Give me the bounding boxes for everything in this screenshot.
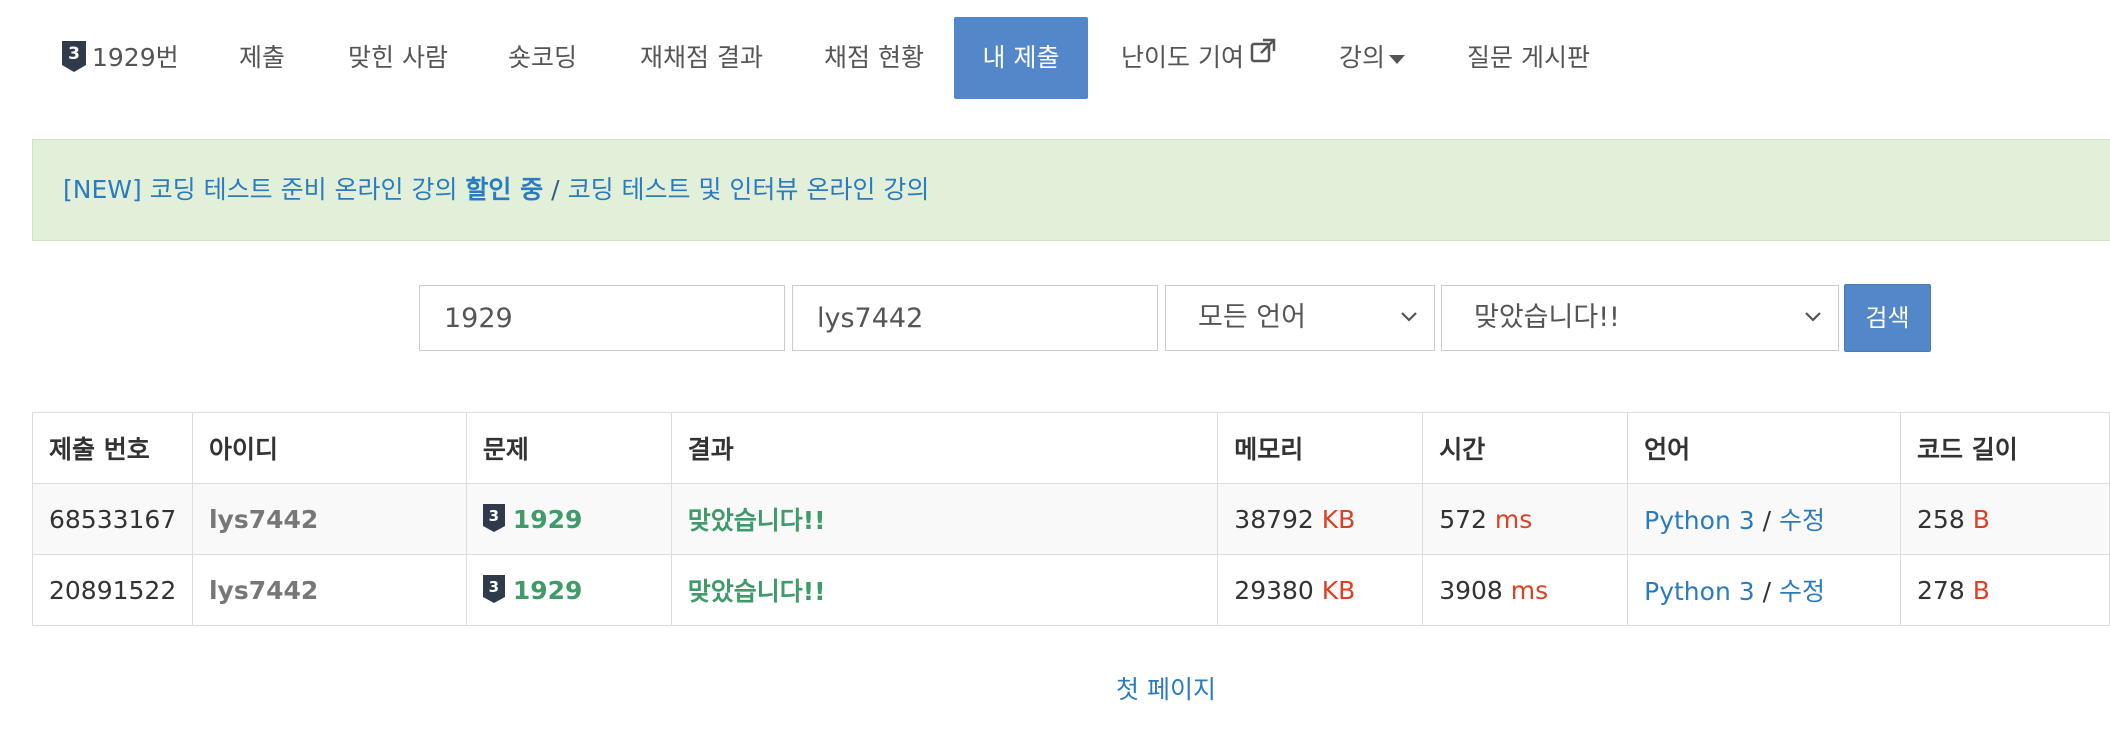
edit-link[interactable]: 수정: [1779, 577, 1825, 606]
user-id-input[interactable]: [792, 285, 1158, 351]
result-select[interactable]: 맞았습니다!!: [1441, 285, 1839, 351]
language-cell: Python 3 / 수정: [1627, 554, 1902, 626]
memory-value: 29380: [1234, 575, 1314, 605]
memory-cell: 29380 KB: [1217, 554, 1424, 626]
submissions-table: 제출 번호 아이디 문제 결과 메모리 시간 언어 코드 길이 68533167…: [32, 412, 2110, 626]
tab-lecture-label: 강의: [1339, 43, 1386, 72]
memory-unit: KB: [1321, 504, 1356, 534]
table-header-row: 제출 번호 아이디 문제 결과 메모리 시간 언어 코드 길이: [32, 412, 2110, 484]
user-link[interactable]: lys7442: [209, 505, 318, 534]
problem-link[interactable]: 3 1929: [465, 554, 672, 626]
column-header: 제출 번호: [32, 412, 193, 484]
column-header: 코드 길이: [1900, 412, 2110, 484]
promo-link-strong: 할인 중: [465, 175, 544, 204]
memory-cell: 38792 KB: [1217, 483, 1424, 555]
problem-id-input[interactable]: [419, 285, 785, 351]
column-header: 시간: [1422, 412, 1629, 484]
tab-difficulty[interactable]: 난이도 기여: [1121, 17, 1276, 99]
external-link-icon: [1250, 15, 1276, 97]
tab-submit[interactable]: 제출: [239, 17, 285, 99]
result-text: 맞았습니다!!: [687, 577, 826, 606]
table-row: 20891522 lys7442 3 1929 맞았습니다!! 29380 KB …: [32, 554, 2110, 626]
code-length-unit: B: [1972, 575, 1990, 605]
problem-number: 1929: [512, 575, 583, 605]
column-header: 문제: [465, 412, 672, 484]
promo-link-interview[interactable]: 코딩 테스트 및 인터뷰 온라인 강의: [568, 175, 930, 204]
language-select[interactable]: 모든 언어: [1165, 285, 1435, 351]
tab-status[interactable]: 채점 현황: [824, 17, 924, 99]
tier-badge-icon: 3: [482, 574, 505, 603]
language-link[interactable]: Python 3: [1644, 506, 1755, 535]
first-page-link[interactable]: 첫 페이지: [1116, 670, 1216, 706]
code-length-value: 278: [1917, 575, 1965, 605]
promo-banner: [NEW] 코딩 테스트 준비 온라인 강의 할인 중 / 코딩 테스트 및 인터뷰…: [32, 139, 2110, 241]
tab-solvers[interactable]: 맞힌 사람: [348, 17, 448, 99]
table-row: 68533167 lys7442 3 1929 맞았습니다!! 38792 KB …: [32, 483, 2110, 555]
problem-link[interactable]: 3 1929: [465, 483, 672, 555]
problem-nav: 3 1929번 제출 맞힌 사람 숏코딩 재채점 결과 채점 현황 내 제출 난…: [0, 17, 2110, 99]
time-cell: 3908 ms: [1422, 554, 1629, 626]
language-link[interactable]: Python 3: [1644, 577, 1755, 606]
submission-id: 68533167: [32, 483, 193, 555]
tab-problem-label: 1929번: [92, 43, 179, 72]
time-cell: 572 ms: [1422, 483, 1629, 555]
tier-badge-icon: 3: [482, 503, 505, 532]
tab-board[interactable]: 질문 게시판: [1467, 17, 1590, 99]
column-header: 아이디: [191, 412, 467, 484]
promo-link-text: [NEW] 코딩 테스트 준비 온라인 강의: [63, 175, 458, 204]
promo-separator: /: [551, 175, 560, 204]
tab-my-submissions[interactable]: 내 제출: [954, 17, 1088, 99]
code-length-cell: 278 B: [1900, 554, 2110, 626]
time-value: 572: [1439, 504, 1487, 534]
column-header: 결과: [670, 412, 1219, 484]
time-value: 3908: [1439, 575, 1503, 605]
time-unit: ms: [1510, 575, 1549, 605]
problem-number: 1929: [512, 504, 583, 534]
code-length-unit: B: [1972, 504, 1990, 534]
promo-link-lecture[interactable]: [NEW] 코딩 테스트 준비 온라인 강의 할인 중: [63, 175, 543, 204]
tab-rejudge[interactable]: 재채점 결과: [640, 17, 763, 99]
language-cell: Python 3 / 수정: [1627, 483, 1902, 555]
time-unit: ms: [1494, 504, 1533, 534]
memory-unit: KB: [1321, 575, 1356, 605]
promo-banner-line: [NEW] 코딩 테스트 준비 온라인 강의 할인 중 / 코딩 테스트 및 인터뷰…: [63, 140, 929, 240]
tab-problem[interactable]: 3 1929번: [62, 17, 179, 99]
search-button[interactable]: 검색: [1844, 284, 1931, 352]
tab-difficulty-label: 난이도 기여: [1121, 43, 1244, 72]
column-header: 메모리: [1217, 412, 1424, 484]
code-length-value: 258: [1917, 504, 1965, 534]
tab-short-coding[interactable]: 숏코딩: [508, 17, 577, 99]
memory-value: 38792: [1234, 504, 1314, 534]
edit-link[interactable]: 수정: [1779, 506, 1825, 535]
result-text: 맞았습니다!!: [687, 506, 826, 535]
code-length-cell: 258 B: [1900, 483, 2110, 555]
caret-down-icon: [1389, 16, 1406, 98]
user-link[interactable]: lys7442: [209, 576, 318, 605]
chevron-down-icon: [1804, 286, 1822, 374]
result-select-value: 맞았습니다!!: [1474, 302, 1620, 333]
tier-badge-icon: 3: [62, 41, 86, 72]
chevron-down-icon: [1400, 286, 1418, 374]
column-header: 언어: [1627, 412, 1902, 484]
submission-id: 20891522: [32, 554, 193, 626]
language-select-value: 모든 언어: [1198, 302, 1306, 333]
tab-lecture[interactable]: 강의: [1339, 16, 1406, 99]
